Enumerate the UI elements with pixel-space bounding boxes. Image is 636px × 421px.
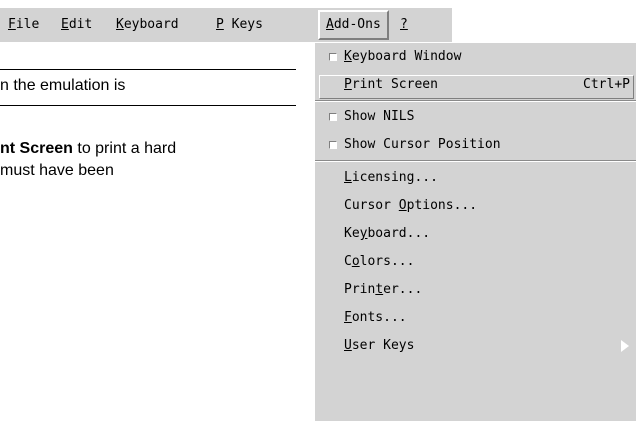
label-post: eyboard Window	[351, 49, 462, 64]
label-mnemonic: U	[344, 338, 352, 353]
label-pre: Prin	[344, 282, 376, 297]
menu-item-print-screen[interactable]: Print Screen Ctrl+P	[315, 71, 636, 99]
label-post: ptions...	[406, 198, 478, 213]
label-pre: C	[344, 254, 352, 269]
checkbox-indicator-icon	[329, 141, 337, 149]
doc-line-2-bold: nt Screen	[0, 140, 73, 157]
menu-help[interactable]: ?	[400, 12, 408, 38]
menu-item-keyboard-window[interactable]: Keyboard Window	[315, 43, 636, 71]
menu-item-user-keys[interactable]: User Keys	[315, 332, 636, 360]
menu-bar: File Edit Keyboard P Keys Add-Ons ?	[0, 0, 636, 43]
label-mnemonic: t	[375, 282, 384, 297]
menu-item-label: Print Screen	[344, 77, 438, 92]
label-mnemonic: F	[344, 310, 352, 325]
menu-edit-mnemonic: E	[61, 17, 69, 32]
menu-item-show-cursor-position[interactable]: Show Cursor Position	[315, 131, 636, 159]
menu-item-show-nils[interactable]: Show NILS	[315, 103, 636, 131]
menu-item-keyboard[interactable]: Keyboard...	[315, 220, 636, 248]
menu-file-mnemonic: F	[8, 17, 16, 32]
label-mnemonic: P	[344, 77, 352, 92]
label-post: er...	[383, 282, 423, 297]
menu-p-keys-label: Keys	[223, 17, 263, 32]
menu-edit-label: dit	[68, 17, 93, 32]
menu-separator	[315, 100, 636, 102]
label-post: lors...	[359, 254, 415, 269]
menu-item-label: Cursor Options...	[344, 198, 477, 213]
label-pre: Cursor	[344, 198, 399, 213]
menu-item-label: Keyboard Window	[344, 49, 461, 64]
checkbox-indicator-icon	[329, 113, 337, 121]
label-post: icensing...	[351, 170, 438, 185]
shortcut-label: Ctrl+P	[583, 77, 630, 92]
doc-line-1: n the emulation is	[0, 77, 126, 94]
menu-keyboard-label: eyboard	[123, 17, 179, 32]
menu-add-ons-label: dd-Ons	[333, 17, 381, 32]
label-post: rint Screen	[351, 77, 438, 92]
menu-item-label: Keyboard...	[344, 226, 430, 241]
label-pre: Ke	[344, 226, 360, 241]
doc-line-3: must have been	[0, 162, 114, 179]
menu-item-fonts[interactable]: Fonts...	[315, 304, 636, 332]
label-mnemonic: o	[351, 254, 360, 269]
add-ons-dropdown: Keyboard Window Print Screen Ctrl+P Show…	[313, 43, 636, 421]
menu-item-label: Show NILS	[344, 109, 414, 124]
menu-item-label: Colors...	[344, 254, 414, 269]
menu-item-licensing[interactable]: Licensing...	[315, 164, 636, 192]
menu-file[interactable]: File	[8, 12, 39, 38]
doc-line-2: nt Screen to print a hard	[0, 140, 176, 158]
menu-keyboard[interactable]: Keyboard	[116, 12, 179, 38]
submenu-arrow-icon	[621, 340, 629, 352]
label-mnemonic: O	[398, 198, 407, 213]
menu-help-mnemonic: ?	[400, 17, 408, 32]
document-area: n the emulation is nt Screen to print a …	[0, 44, 320, 421]
label-pre: Show NILS	[344, 109, 415, 124]
menu-file-label: ile	[15, 17, 40, 32]
menu-item-cursor-options[interactable]: Cursor Options...	[315, 192, 636, 220]
label-mnemonic: L	[344, 170, 352, 185]
menu-keyboard-mnemonic: K	[116, 17, 124, 32]
menu-item-label: Show Cursor Position	[344, 137, 501, 152]
label-post: onts...	[351, 310, 407, 325]
menu-item-label: User Keys	[344, 338, 414, 353]
menu-p-keys[interactable]: P Keys	[216, 12, 263, 38]
menu-add-ons[interactable]: Add-Ons	[318, 10, 389, 40]
menu-item-label: Fonts...	[344, 310, 407, 325]
menu-edit[interactable]: Edit	[61, 12, 92, 38]
label-post: ser Keys	[351, 338, 415, 353]
menu-p-keys-mnemonic: P	[216, 17, 224, 32]
doc-line-2-rest: to print a hard	[72, 140, 177, 157]
label-pre: Show Cursor Position	[344, 137, 501, 152]
menu-item-label: Licensing...	[344, 170, 438, 185]
menu-separator	[315, 160, 636, 162]
menu-add-ons-mnemonic: A	[326, 17, 334, 32]
label-post: board...	[367, 226, 431, 241]
label-mnemonic: K	[344, 49, 352, 64]
checkbox-indicator-icon	[329, 53, 337, 61]
menu-item-colors[interactable]: Colors...	[315, 248, 636, 276]
divider-top	[0, 69, 296, 70]
menu-item-label: Printer...	[344, 282, 422, 297]
menu-item-printer[interactable]: Printer...	[315, 276, 636, 304]
divider-bottom	[0, 105, 296, 106]
